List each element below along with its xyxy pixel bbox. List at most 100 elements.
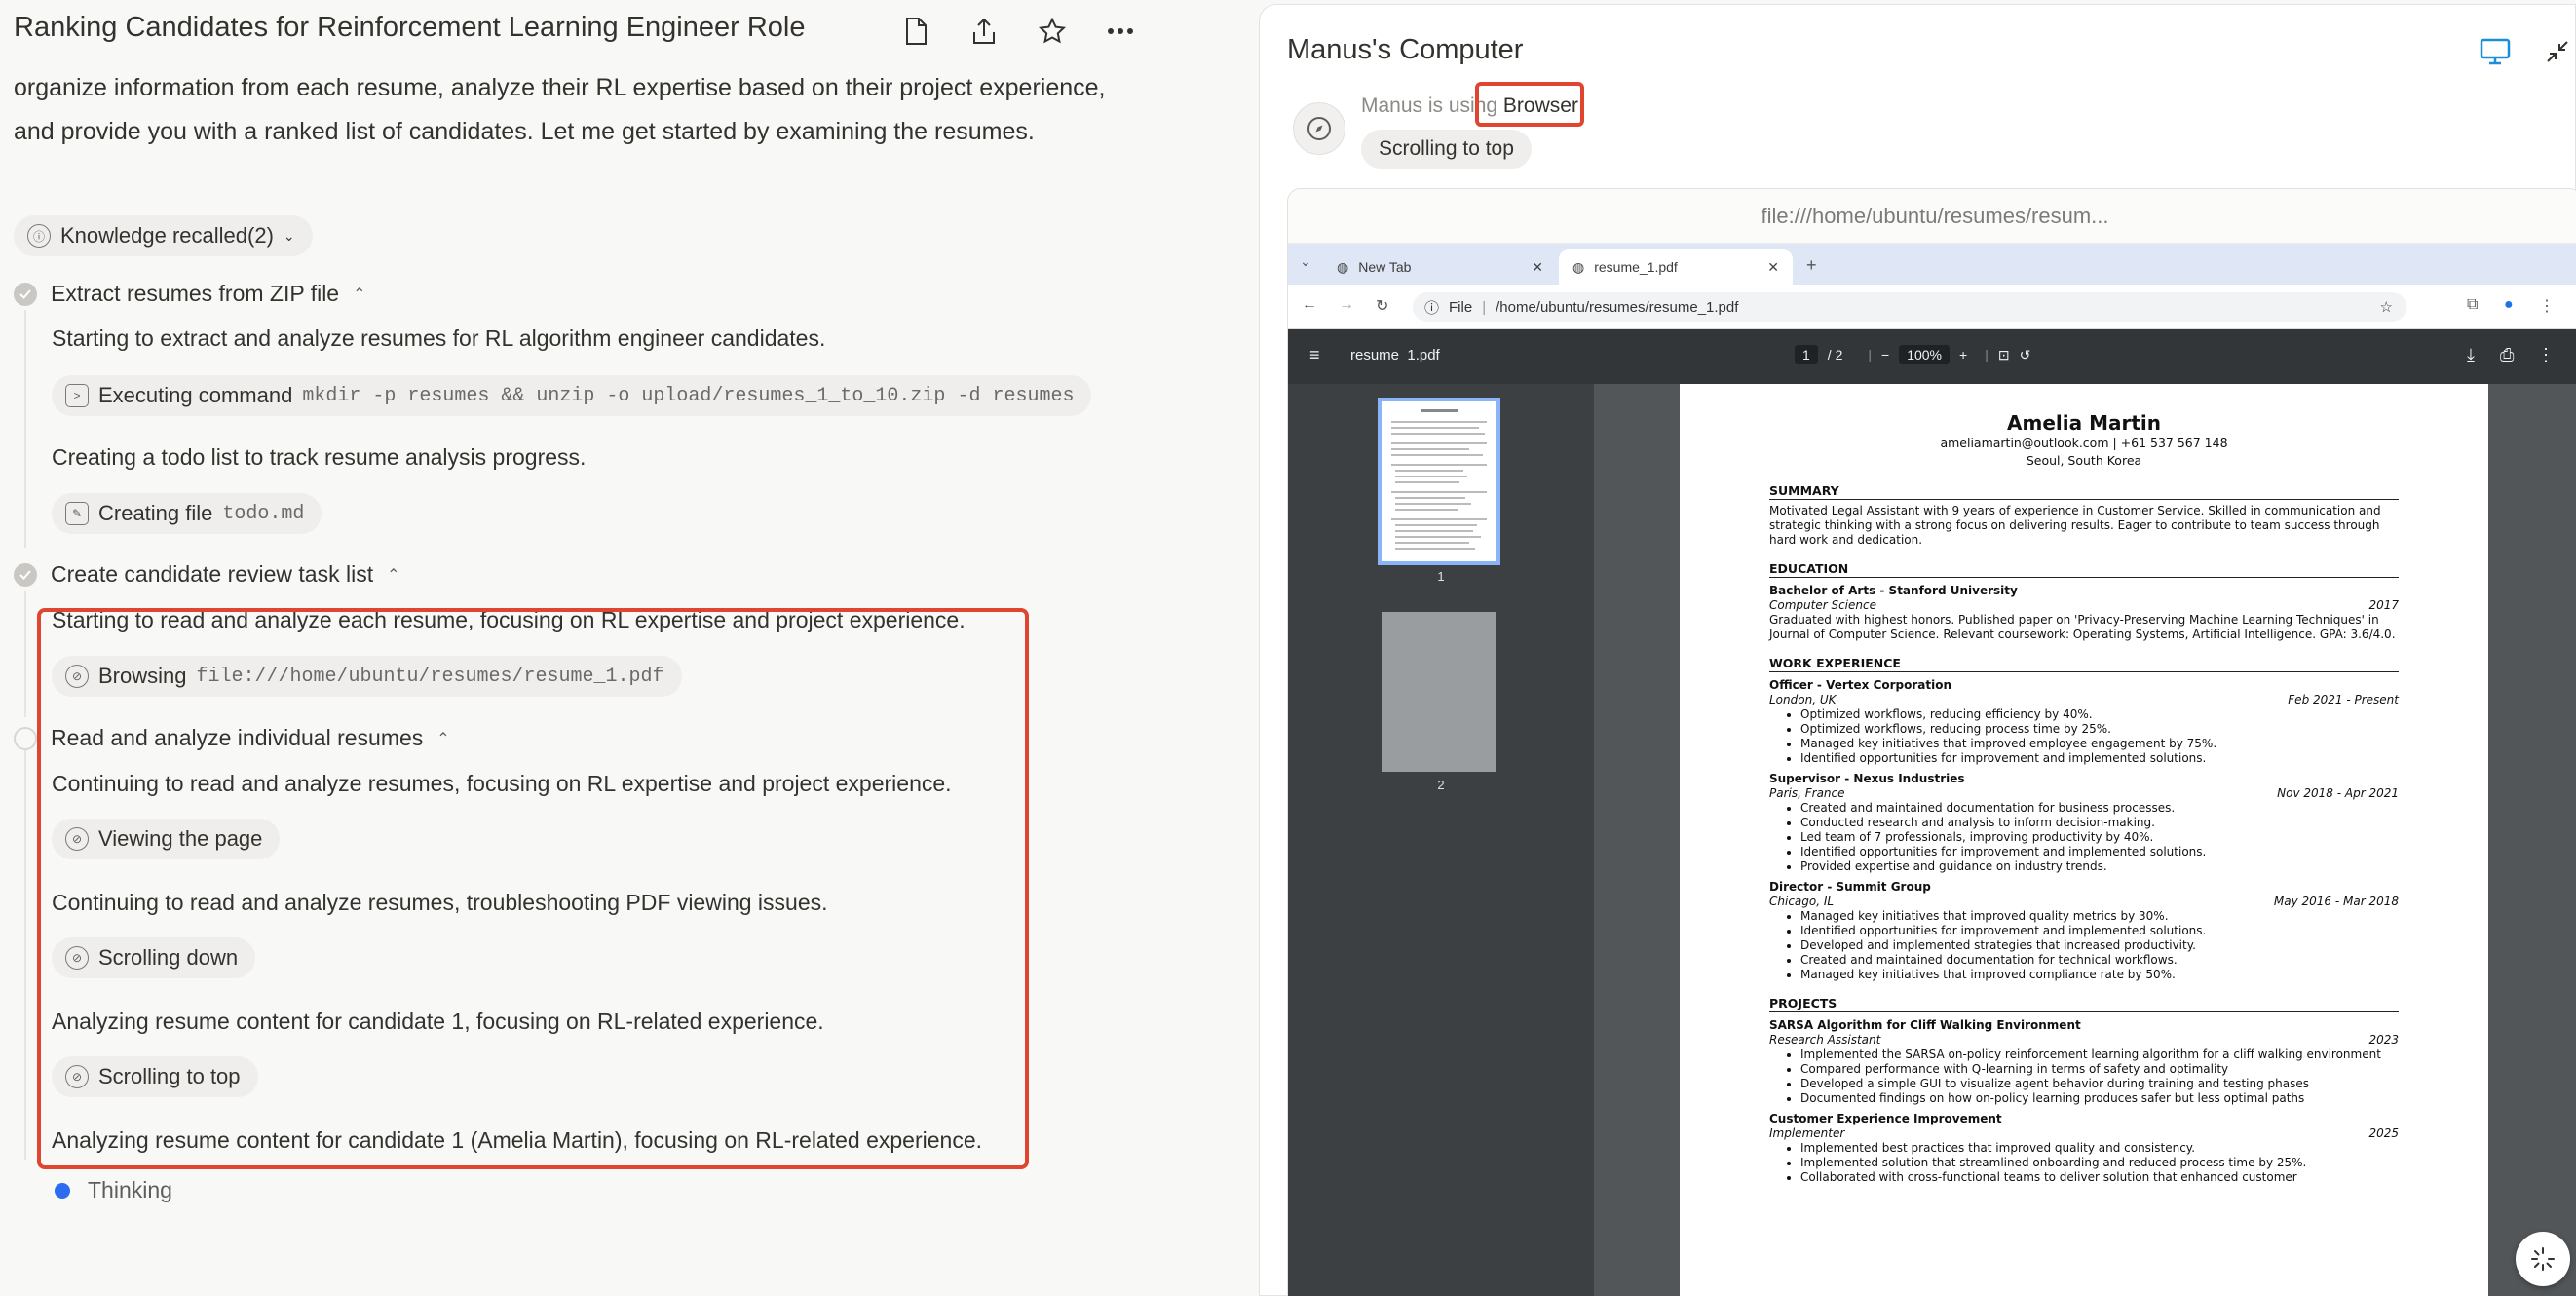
browser-menu-icon[interactable]: ⋮ [2539, 296, 2555, 316]
globe-icon: ◍ [1572, 258, 1585, 275]
zoom-in-icon[interactable]: + [1959, 347, 1967, 362]
bullet: Developed a simple GUI to visualize agen… [1800, 1077, 2399, 1091]
hamburger-icon[interactable]: ≡ [1309, 345, 1320, 365]
rotate-icon[interactable]: ↺ [2020, 347, 2031, 363]
education-text: Graduated with highest honors. Published… [1769, 613, 2396, 641]
section-heading: WORK EXPERIENCE [1769, 656, 2399, 672]
reload-icon[interactable]: ↻ [1376, 296, 1388, 316]
bullet: Led team of 7 professionals, improving p… [1800, 830, 2399, 845]
computer-panel: Manus's Computer Manus is using Browser … [1259, 4, 2576, 1296]
page-thumbnail-1[interactable] [1378, 398, 1500, 565]
terminal-icon: > [65, 384, 89, 407]
browser-screen: file:///home/ubuntu/resumes/resum... ⌄ ◍… [1287, 188, 2576, 1296]
address-bar[interactable]: ⓘ File | /home/ubuntu/resumes/resume_1.p… [1413, 292, 2406, 322]
forward-icon[interactable]: → [1339, 296, 1354, 314]
more-icon[interactable] [1099, 12, 1142, 51]
resume-name: Amelia Martin [2007, 411, 2161, 435]
monitor-icon[interactable] [2478, 34, 2513, 69]
chevron-down-icon: ⌄ [283, 227, 295, 244]
resume-contact: ameliamartin@outlook.com | +61 537 567 1… [1940, 436, 2228, 450]
project-year: 2025 [2368, 1126, 2399, 1140]
extensions-icon[interactable]: ⧉ [2467, 296, 2478, 314]
close-icon[interactable]: ✕ [1532, 259, 1543, 276]
chat-panel: Ranking Candidates for Reinforcement Lea… [0, 0, 1228, 1296]
pending-circle-icon [14, 726, 37, 750]
highlight-box [1475, 82, 1584, 127]
file-icon[interactable] [894, 12, 937, 51]
job-entry: Supervisor - Nexus Industries Paris, Fra… [1769, 772, 2399, 874]
bullet: Identified opportunities for improvement… [1800, 924, 2399, 938]
chevron-up-icon: ⌃ [353, 286, 366, 303]
address-separator: | [1482, 298, 1487, 316]
thinking-label: Thinking [88, 1177, 172, 1202]
tab-resume[interactable]: ◍ resume_1.pdf ✕ [1559, 249, 1793, 285]
step-rule [24, 591, 26, 717]
file-pill[interactable]: ✎ Creating file todo.md [52, 493, 322, 534]
bullet: Implemented solution that streamlined on… [1800, 1156, 2399, 1170]
job-entry: Officer - Vertex Corporation London, UK F… [1769, 678, 2399, 766]
bullet: Optimized workflows, reducing efficiency… [1800, 707, 2399, 722]
download-icon[interactable]: ⤓ [2467, 345, 2475, 365]
bullet: Identified opportunities for improvement… [1800, 845, 2399, 859]
browser-tabbar: ⌄ ◍ New Tab ✕ ◍ resume_1.pdf ✕ + [1288, 244, 2576, 285]
collapse-icon[interactable] [2540, 34, 2575, 69]
project-title: Customer Experience Improvement [1769, 1112, 2002, 1125]
step-rule [24, 310, 26, 548]
knowledge-label: Knowledge recalled(2) [60, 223, 274, 248]
tab-menu-icon[interactable]: ⌄ [1300, 253, 1311, 270]
check-icon [14, 282, 37, 306]
knowledge-recalled-pill[interactable]: ⓘ Knowledge recalled(2) ⌄ [14, 215, 313, 256]
new-tab-icon[interactable]: + [1806, 255, 1817, 276]
page-indicator: 1 / 2 | − 100% + | ⊡ ↺ [1795, 345, 2030, 364]
tab-new-tab[interactable]: ◍ New Tab ✕ [1323, 249, 1557, 285]
page-thumbnail-2[interactable] [1382, 612, 1496, 772]
command-pill[interactable]: > Executing command mkdir -p resumes && … [52, 375, 1092, 416]
field: Computer Science [1769, 598, 1876, 612]
close-icon[interactable]: ✕ [1767, 259, 1779, 276]
bookmark-star-icon[interactable]: ☆ [2380, 298, 2393, 316]
pdf-page: Amelia Martin ameliamartin@outlook.com |… [1680, 384, 2488, 1296]
tab-label: New Tab [1358, 259, 1412, 275]
step-create-list[interactable]: Create candidate review task list ⌃ [14, 561, 400, 588]
address-scheme: File [1449, 298, 1473, 316]
zoom-out-icon[interactable]: − [1881, 347, 1889, 362]
bullet: Documented findings on how on-policy lea… [1800, 1091, 2399, 1106]
bullet: Implemented best practices that improved… [1800, 1141, 2399, 1156]
print-icon[interactable]: ⎙ [2500, 345, 2514, 365]
year: 2017 [2368, 598, 2399, 612]
job-location: Paris, France [1769, 786, 1845, 800]
step-extract[interactable]: Extract resumes from ZIP file ⌃ [14, 281, 366, 307]
page-current-input[interactable]: 1 [1795, 345, 1818, 364]
bullet: Managed key initiatives that improved co… [1800, 968, 2399, 982]
job-location: Chicago, IL [1769, 895, 1835, 908]
bullet: Managed key initiatives that improved qu… [1800, 909, 2399, 924]
project-entry: SARSA Algorithm for Cliff Walking Enviro… [1769, 1018, 2399, 1106]
thinking-indicator: Thinking [55, 1177, 172, 1203]
profile-icon[interactable]: ● [2504, 296, 2514, 314]
thumbnail-label: 1 [1437, 569, 1445, 584]
share-icon[interactable] [963, 12, 1005, 51]
pdf-viewer[interactable]: Amelia Martin ameliamartin@outlook.com |… [1594, 384, 2576, 1296]
file-label: Creating file [98, 501, 213, 525]
bullet: Identified opportunities for improvement… [1800, 751, 2399, 766]
assistant-message: organize information from each resume, a… [14, 74, 1106, 145]
pdf-more-icon[interactable]: ⋮ [2537, 345, 2555, 365]
browser-toolbar: ← → ↻ ⓘ File | /home/ubuntu/resumes/resu… [1288, 285, 2576, 329]
bullet: Provided expertise and guidance on indus… [1800, 859, 2399, 874]
fit-page-icon[interactable]: ⊡ [1998, 347, 2010, 363]
project-role: Implementer [1769, 1126, 1845, 1140]
step-rule [24, 750, 26, 1160]
star-icon[interactable] [1031, 12, 1074, 51]
bullet: Managed key initiatives that improved em… [1800, 737, 2399, 751]
header-actions [894, 12, 1142, 51]
divider: | [1868, 347, 1873, 362]
divider: | [1985, 347, 1989, 362]
job-dates: May 2016 - Mar 2018 [2273, 895, 2399, 908]
project-year: 2023 [2368, 1033, 2399, 1047]
bullet: Optimized workflows, reducing process ti… [1800, 722, 2399, 737]
loading-spinner-icon[interactable] [2516, 1232, 2570, 1286]
task-title: Ranking Candidates for Reinforcement Lea… [14, 12, 806, 43]
back-icon[interactable]: ← [1302, 296, 1317, 314]
info-icon: ⓘ [1424, 299, 1440, 317]
zoom-input[interactable]: 100% [1899, 345, 1951, 364]
